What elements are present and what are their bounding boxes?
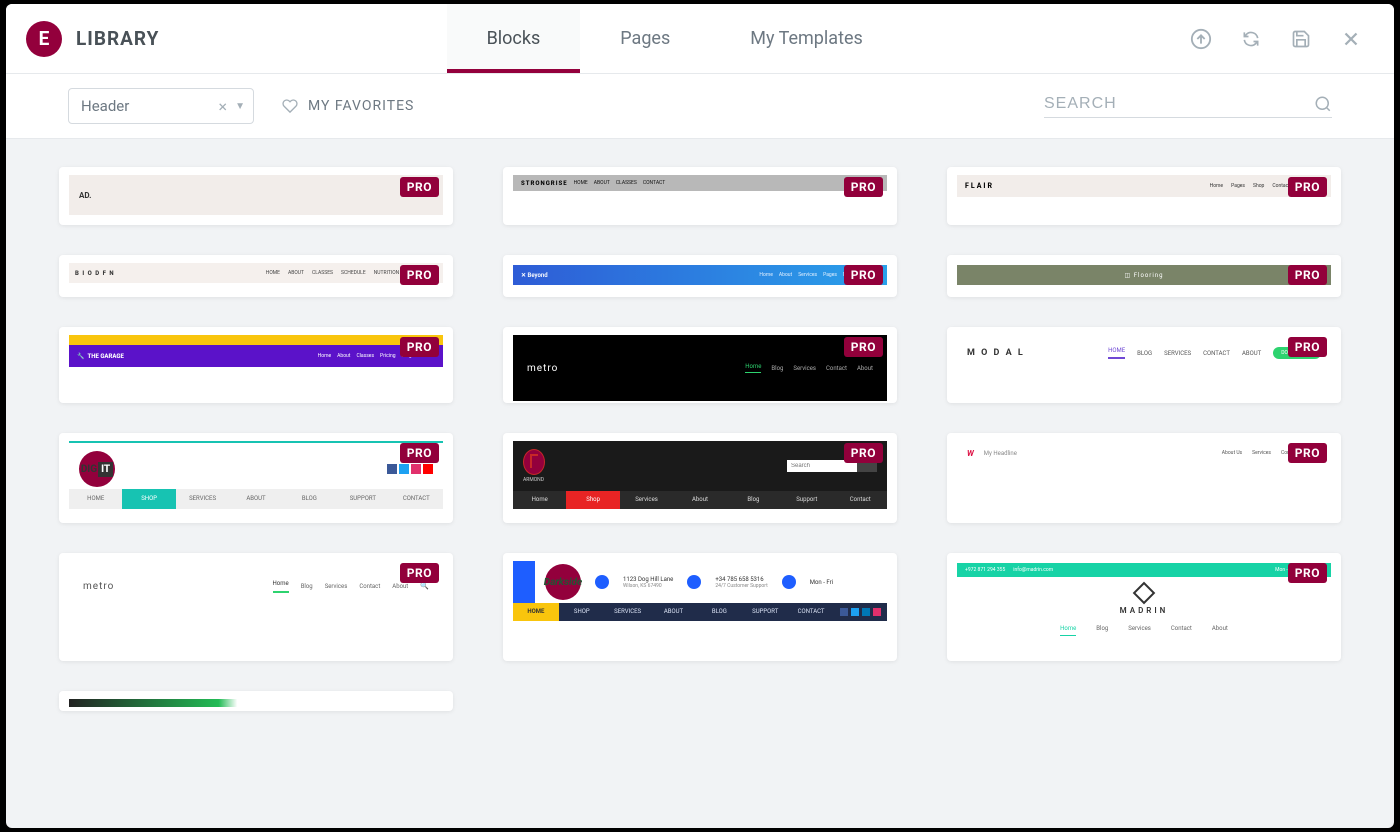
template-card[interactable]: PRO B I O D F N HOME ABOUT CLASSES SCHED… xyxy=(59,255,453,297)
search-input[interactable] xyxy=(1044,95,1314,113)
template-preview: ✕ Beyond Home About Services Pages News … xyxy=(503,255,897,297)
template-preview: ◫ Flooring xyxy=(947,255,1341,297)
tab-my-templates[interactable]: My Templates xyxy=(710,4,903,73)
template-preview: +972 871 294 355 info@madrin.com Mon - F… xyxy=(947,553,1341,661)
header-actions xyxy=(1190,28,1374,50)
search-icon xyxy=(1314,95,1332,113)
template-preview: Darkside 1123 Dog Hill LaneWilson, KS 67… xyxy=(503,553,897,631)
upload-icon[interactable] xyxy=(1190,28,1212,50)
close-icon[interactable] xyxy=(1340,28,1362,50)
library-modal: E LIBRARY Blocks Pages My Templates Head… xyxy=(6,4,1394,828)
pro-badge: PRO xyxy=(1288,265,1327,285)
my-favorites-toggle[interactable]: MY FAVORITES xyxy=(282,98,414,114)
save-icon[interactable] xyxy=(1290,28,1312,50)
pro-badge: PRO xyxy=(1288,563,1327,583)
tab-blocks[interactable]: Blocks xyxy=(447,4,581,73)
template-card[interactable]: PRO 🔧 THE GARAGE Home About Classes Pric… xyxy=(59,327,453,403)
category-clear-icon[interactable]: × xyxy=(213,97,234,116)
template-preview: STRONGRISE HOME ABOUT CLASSES CONTACT xyxy=(503,167,897,197)
template-preview: FLAIR HomePagesShopContact BOOK xyxy=(947,167,1341,197)
templates-scroll[interactable]: PRO AD.≡ PRO STRONGRISE HOME ABOUT CLASS… xyxy=(6,139,1394,828)
template-card[interactable]: PRO W My Headline About Us Services Cont… xyxy=(947,433,1341,523)
pro-badge: PRO xyxy=(1288,443,1327,463)
pro-badge: PRO xyxy=(400,443,439,463)
category-select[interactable]: Header × ▼ xyxy=(68,88,254,124)
sync-icon[interactable] xyxy=(1240,28,1262,50)
elementor-logo: E xyxy=(26,21,62,57)
template-preview: ARMOND Home Shop Services About Blog Sup… xyxy=(503,433,897,519)
pro-badge: PRO xyxy=(844,265,883,285)
template-card[interactable]: PRO M O D A L HOME BLOG SERVICES CONTACT… xyxy=(947,327,1341,403)
template-preview xyxy=(59,691,453,711)
search-wrap xyxy=(1044,95,1332,118)
pro-badge: PRO xyxy=(844,177,883,197)
pro-badge: PRO xyxy=(400,265,439,285)
templates-grid: PRO AD.≡ PRO STRONGRISE HOME ABOUT CLASS… xyxy=(54,167,1346,711)
template-preview: B I O D F N HOME ABOUT CLASSES SCHEDULE … xyxy=(59,255,453,285)
template-preview: DIGIT HOME SHOP SERVICES ABOUT BLOG SUPP… xyxy=(59,433,453,523)
pro-badge: PRO xyxy=(1288,177,1327,197)
template-card[interactable] xyxy=(59,691,453,711)
template-card[interactable]: PRO STRONGRISE HOME ABOUT CLASSES CONTAC… xyxy=(503,167,897,225)
pro-badge: PRO xyxy=(400,337,439,357)
template-card[interactable]: PRO metro Home Blog Services Contact Abo… xyxy=(59,553,453,661)
filter-bar: Header × ▼ MY FAVORITES xyxy=(6,74,1394,139)
template-card[interactable]: PRO +972 871 294 355 info@madrin.com Mon… xyxy=(947,553,1341,661)
pro-badge: PRO xyxy=(1288,337,1327,357)
tabs: Blocks Pages My Templates xyxy=(447,4,903,73)
template-card[interactable]: PRO metro Home Blog Services Contact Abo… xyxy=(503,327,897,403)
pro-badge: PRO xyxy=(844,337,883,357)
modal-title: LIBRARY xyxy=(76,27,159,50)
chevron-down-icon[interactable]: ▼ xyxy=(233,101,245,112)
pro-badge: PRO xyxy=(400,177,439,197)
modal-header: E LIBRARY Blocks Pages My Templates xyxy=(6,4,1394,74)
template-card[interactable]: PRO FLAIR HomePagesShopContact BOOK xyxy=(947,167,1341,225)
template-card[interactable]: PRO DIGIT HOME SHOP SERVICES ABOUT xyxy=(59,433,453,523)
template-card[interactable]: PRO AD.≡ xyxy=(59,167,453,225)
pro-badge: PRO xyxy=(844,443,883,463)
template-preview: metro Home Blog Services Contact About 🔍 xyxy=(59,553,453,623)
category-value: Header xyxy=(81,97,213,115)
template-preview: 🔧 THE GARAGE Home About Classes Pricing … xyxy=(59,327,453,377)
template-preview: W My Headline About Us Services Contact … xyxy=(947,433,1341,479)
template-card[interactable]: PRO ◫ Flooring xyxy=(947,255,1341,297)
template-card[interactable]: PRO ARMOND Home Shop Services About Blog… xyxy=(503,433,897,523)
tab-pages[interactable]: Pages xyxy=(580,4,710,73)
template-card[interactable]: PRO Darkside 1123 Dog Hill LaneWilson, K… xyxy=(503,553,897,661)
pro-badge: PRO xyxy=(400,563,439,583)
template-preview: M O D A L HOME BLOG SERVICES CONTACT ABO… xyxy=(947,327,1341,381)
template-preview: metro Home Blog Services Contact About xyxy=(503,327,897,403)
logo-wrap: E LIBRARY xyxy=(26,21,159,57)
favorites-label: MY FAVORITES xyxy=(308,98,414,114)
template-preview: AD.≡ xyxy=(59,167,453,225)
heart-icon xyxy=(282,98,298,114)
template-card[interactable]: PRO ✕ Beyond Home About Services Pages N… xyxy=(503,255,897,297)
